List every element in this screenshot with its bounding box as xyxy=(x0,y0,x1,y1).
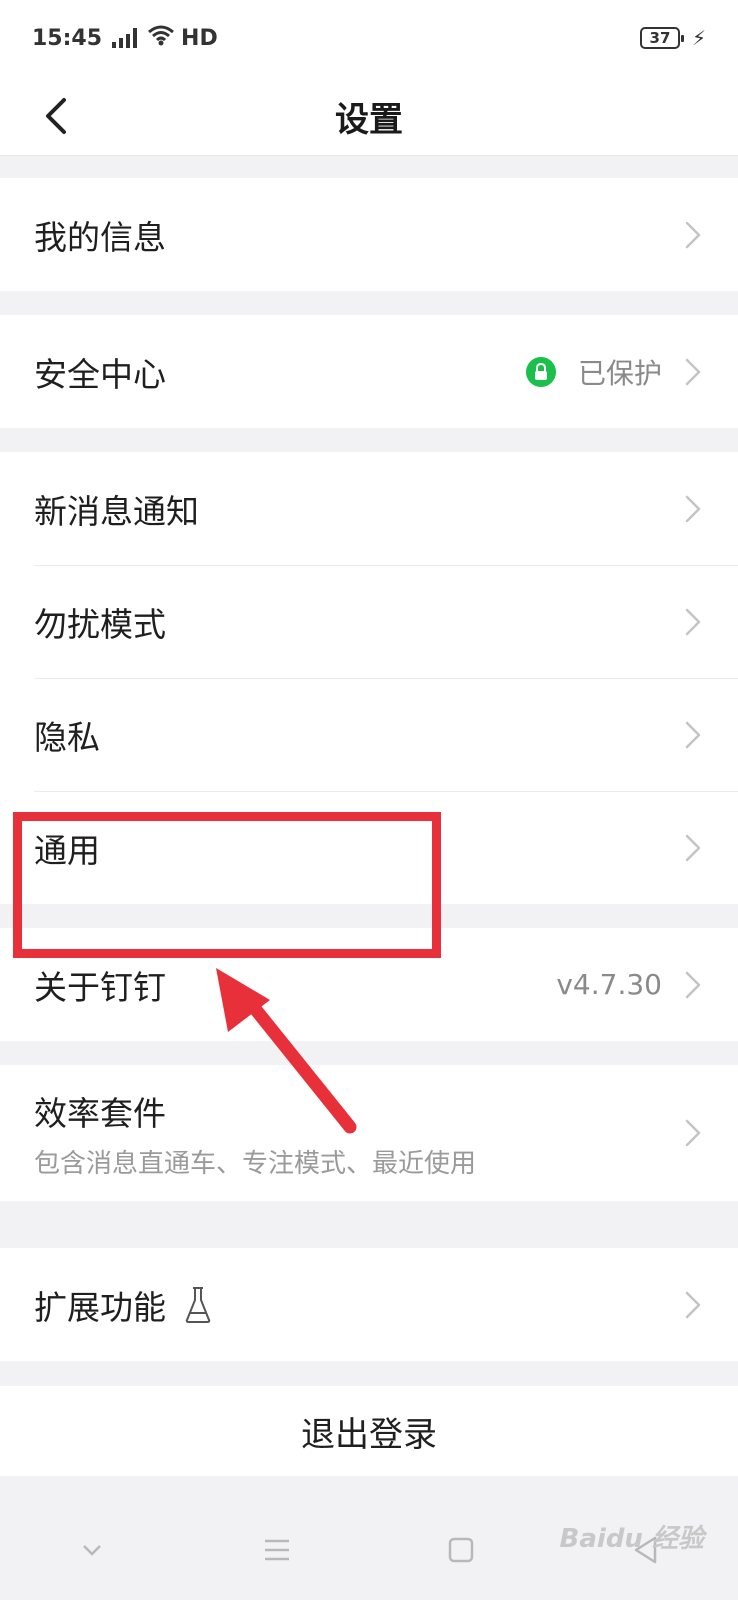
annotation-arrow xyxy=(216,968,357,1134)
